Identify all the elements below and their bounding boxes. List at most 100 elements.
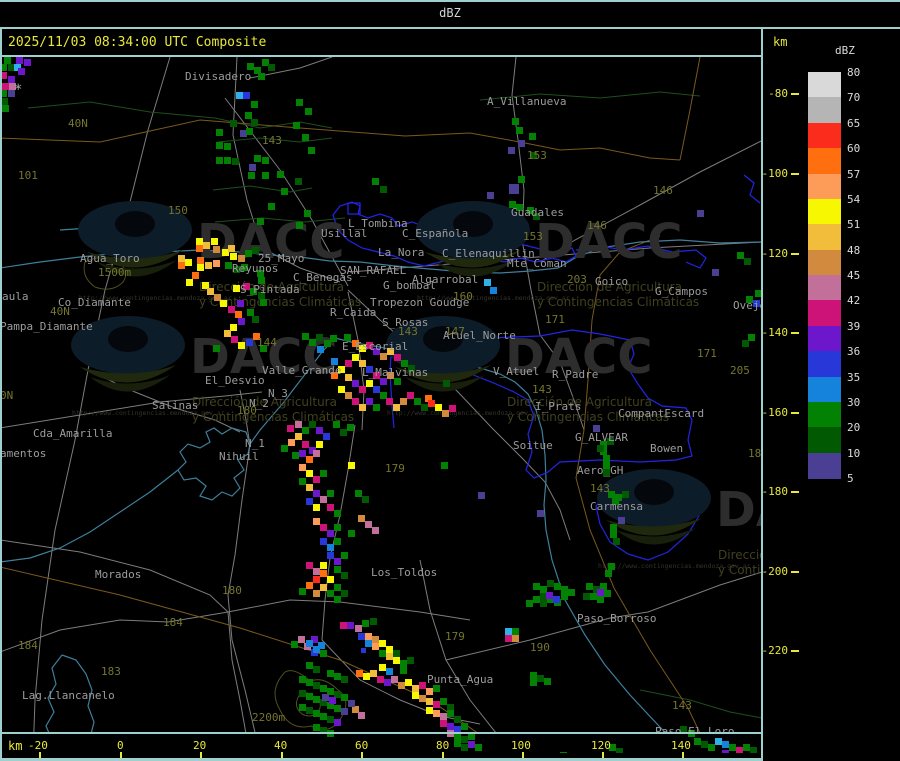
legend-swatch [808,401,841,428]
radar-echo [694,738,701,745]
road-label: 184 [18,639,38,652]
legend-label: 48 [847,243,861,257]
radar-echo [722,750,729,753]
legend-swatch [808,427,841,454]
road-label: 179 [445,630,465,643]
legend-swatch [808,376,841,403]
place-label: C_Española [402,227,469,240]
place-label: Punta_Agua [427,673,494,686]
place-label: Usillal [321,227,368,240]
legend-swatch [808,122,841,149]
legend-label: 30 [847,395,861,409]
x-tick-label: 80 [436,739,450,752]
road-label: 153 [527,149,547,162]
road-label: 147 [445,325,465,338]
x-axis-unit-label: km [8,739,23,753]
legend-swatch [808,224,841,251]
radar-echo [701,741,708,748]
radar-echo [750,747,757,753]
place-label: Valle_Grande [262,364,342,377]
legend-swatch [808,72,841,98]
place-label: Aero_GH [577,464,624,477]
legend-swatch [808,148,841,174]
road-label: 171 [697,347,717,360]
y-axis-unit-label: km [773,35,788,49]
title-divider [0,27,900,29]
radar-echo [560,752,567,753]
place-label: S_Pintada [240,283,300,296]
radar-echo [708,744,715,751]
radar-echo [461,736,468,743]
radar-echo [468,741,475,748]
place-label: CompantEscard [618,407,705,420]
legend-label: 36 [847,345,861,359]
place-label: N_1 [245,437,265,450]
road-label: 150 [168,204,188,217]
place-label: Pampa_Diamante [2,320,93,333]
place-label: Oveje [733,299,761,312]
road-label: 203 [567,273,587,286]
legend-label: 35 [847,370,861,384]
road-label: 205 [730,364,750,377]
x-tick-label: 20 [193,739,207,752]
place-label: Mte_Coman [507,257,567,270]
road-label: 0N [2,389,14,402]
timestamp-label: 2025/11/03 08:34:00 UTC Composite [8,35,267,50]
star-marker: * [14,82,23,98]
road-label: 143 [262,134,282,147]
radar-app-window: dBZ 2025/11/03 08:34:00 UTC Composite km… [0,0,900,761]
road-label: 153 [523,230,543,243]
road-label: 144 [257,336,277,349]
legend-label: 42 [847,294,861,308]
place-label: A_Villanueva [487,95,567,108]
y-tick-mark [791,173,799,175]
radar-echo [461,744,468,751]
road-label: 143 [672,699,692,712]
place-label: I_Prats [535,400,582,413]
legend-swatch [808,452,841,479]
place-label: Guadales [511,206,564,219]
legend-label: 54 [847,192,861,206]
road-label: 183 [101,665,121,678]
page-title: dBZ [439,6,461,20]
map-label-layer: Divisadero A_Villanueva Guadales L_Tombina U… [2,57,761,733]
road-label: 160 [453,290,473,303]
y-tick-mark [791,412,799,414]
legend-label: 20 [847,421,861,435]
road-label: 1500m [98,266,132,279]
radar-echo [743,744,750,751]
legend-swatch [808,173,841,200]
x-tick-label: 140 [671,739,691,752]
place-label: Goico [595,275,629,288]
place-label: G_ALVEAR [575,431,628,444]
place-label: L_Malvinas [362,366,429,379]
road-label: 146 [653,184,673,197]
place-label: Paso_Borroso [577,612,657,625]
legend-label: 51 [847,218,861,232]
radar-echo [715,738,722,745]
legend-swatch [808,97,841,124]
place-label: Salinas [152,399,199,412]
legend-swatch [808,275,841,301]
place-label: R_Padre [552,368,599,381]
x-tick-label: 120 [591,739,611,752]
place-label: El_Desvio [205,374,265,387]
road-label: 18 [748,447,761,460]
place-label: N_3 [268,387,288,400]
road-label: 101 [18,169,38,182]
place-label: 25_Mayo [258,252,305,265]
map-border-bottom [0,732,763,734]
legend-label: 70 [847,91,861,105]
legend-label: 60 [847,142,861,156]
place-label: Nihuil [219,450,259,463]
x-tick-label: 100 [511,739,531,752]
place-label: E_Escorial [342,340,409,353]
y-tick-mark [791,571,799,573]
place-label: Soitue [513,439,553,452]
road-label: 143 [532,383,552,396]
legend-label: 57 [847,167,861,181]
x-tick-label: 40 [274,739,288,752]
x-tick-label: 60 [355,739,369,752]
legend-swatch [808,198,841,225]
road-label: 171 [545,313,565,326]
